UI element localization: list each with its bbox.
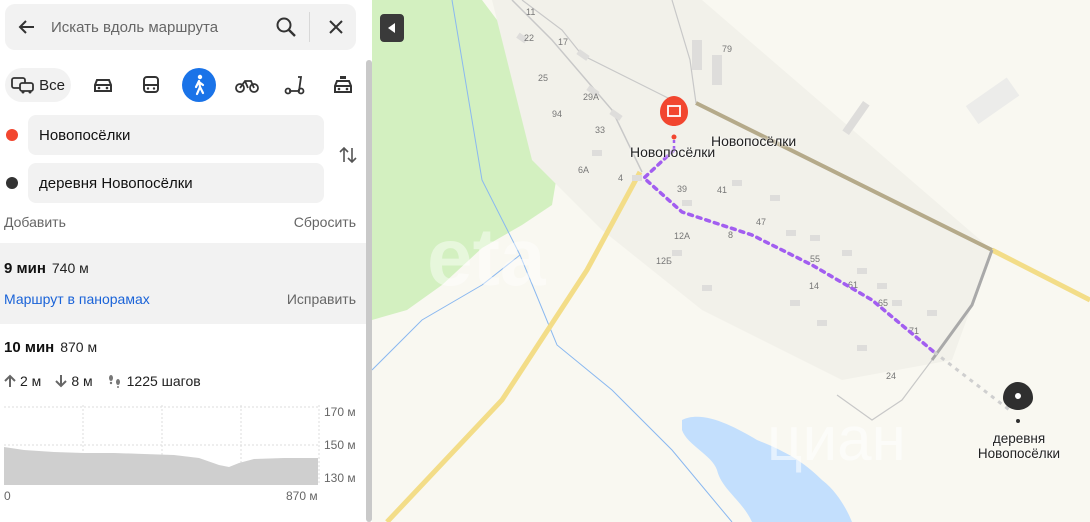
transport-modes: Все (0, 68, 366, 102)
start-point-dot (6, 129, 18, 141)
steps-value: 1225 шагов (126, 373, 201, 389)
descent-value: 8 м (71, 373, 93, 389)
house-number: 24 (886, 371, 896, 381)
distance-axis-start: 0 (4, 489, 11, 503)
reset-link[interactable]: Сбросить (294, 214, 356, 230)
house-number: 94 (552, 109, 562, 119)
route-option-1[interactable]: 9 мин 740 м Маршрут в панорамах Исправить (0, 243, 366, 324)
route-time: 10 мин (4, 339, 55, 356)
house-number: 4 (618, 173, 623, 183)
end-point-dot (6, 177, 18, 189)
search-along-route-input[interactable]: Искать вдоль маршрута (49, 19, 269, 36)
search-icon (276, 17, 296, 37)
back-button[interactable] (5, 4, 49, 50)
bus-icon (143, 76, 159, 93)
place-label-village: Новопосёлки (711, 133, 797, 149)
house-number: 55 (810, 254, 820, 264)
taxi-icon (334, 76, 352, 93)
add-point-link[interactable]: Добавить (4, 214, 66, 230)
swap-icon (339, 146, 357, 164)
house-number: 6А (578, 165, 589, 175)
house-number: 14 (809, 281, 819, 291)
fix-route-link[interactable]: Исправить (287, 291, 356, 307)
place-label-start: Новопосёлки (630, 144, 716, 160)
scooter-icon (284, 76, 305, 95)
elevation-profile (4, 405, 320, 485)
arrow-up-icon (4, 374, 16, 387)
house-number: 8 (728, 230, 733, 240)
mode-bus-button[interactable] (134, 68, 168, 102)
ascent-value: 2 м (20, 373, 42, 389)
mode-scooter-button[interactable] (278, 68, 312, 102)
elevation-area (4, 447, 318, 485)
route-time: 9 мин (4, 260, 46, 277)
elevation-tick-mid: 150 м (324, 438, 356, 452)
house-number: 29А (583, 92, 599, 102)
route-panel: Искать вдоль маршрута Все Новопосёлки де… (0, 0, 372, 522)
house-number: 41 (717, 185, 727, 195)
mode-car-button[interactable] (86, 68, 120, 102)
close-icon (329, 20, 343, 34)
house-number: 25 (538, 73, 548, 83)
mode-all-label: Все (39, 76, 65, 94)
car-icon (94, 79, 112, 92)
search-button[interactable] (269, 4, 303, 50)
house-number: 17 (558, 37, 568, 47)
collapse-panel-button[interactable] (380, 14, 404, 42)
arrow-down-icon (55, 375, 68, 388)
multimodal-icon (11, 77, 34, 94)
house-number: 65 (878, 298, 888, 308)
house-number: 12Б (656, 256, 672, 266)
route-actions: Добавить Сбросить (4, 214, 356, 230)
house-number: 39 (677, 184, 687, 194)
panorama-route-link[interactable]: Маршрут в панорамах (4, 291, 150, 307)
pedestrian-icon (194, 74, 205, 96)
elevation-tick-bottom: 130 м (324, 471, 356, 485)
house-number: 22 (524, 33, 534, 43)
mode-all-button[interactable]: Все (5, 68, 71, 102)
place-label-end: деревня Новопосёлки (977, 431, 1061, 461)
close-button[interactable] (316, 4, 356, 50)
end-marker[interactable] (1003, 382, 1033, 423)
house-number: 11 (526, 7, 535, 17)
main-road (990, 247, 1090, 303)
route-search-bar: Искать вдоль маршрута (5, 4, 356, 50)
elevation-tick-top: 170 м (324, 405, 356, 419)
divider (309, 12, 310, 42)
triangle-left-icon (388, 23, 395, 33)
mode-taxi-button[interactable] (326, 68, 360, 102)
watermark-text: циан (767, 405, 906, 474)
house-number: 12А (674, 231, 690, 241)
swap-points-button[interactable] (337, 144, 359, 166)
bicycle-icon (235, 80, 259, 93)
watermark-text: eta (427, 212, 547, 303)
house-number: 47 (756, 217, 766, 227)
route-distance: 740 м (51, 260, 89, 276)
end-point-field[interactable]: деревня Новопосёлки (28, 163, 324, 203)
route-distance: 870 м (60, 339, 98, 355)
mode-walk-button[interactable] (182, 68, 216, 102)
arrow-left-icon (18, 20, 34, 34)
start-point-field[interactable]: Новопосёлки (28, 115, 324, 155)
map-canvas[interactable]: 11 22 17 79 25 29А 94 33 6А 4 39 41 12А … (372, 0, 1090, 522)
mode-bicycle-button[interactable] (230, 68, 264, 102)
footsteps-icon (108, 375, 120, 388)
house-number: 33 (595, 125, 605, 135)
house-number: 79 (722, 44, 732, 54)
distance-axis-end: 870 м (286, 489, 318, 503)
route-stats: 2 м 8 м 1225 шагов (4, 373, 201, 389)
